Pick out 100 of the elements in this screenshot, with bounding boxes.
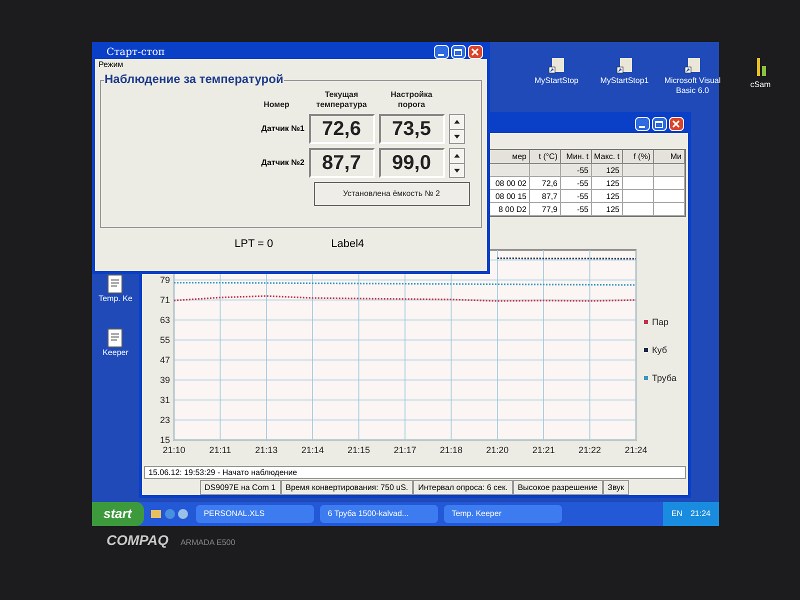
language-indicator[interactable]: EN — [671, 508, 682, 520]
quick-launch-icon[interactable] — [150, 507, 190, 521]
taskbar-task[interactable]: Temp. Keeper — [444, 505, 562, 523]
table-cell: -55 — [560, 177, 592, 190]
column-header: Мин. t — [560, 150, 592, 164]
table-cell: 72,6 — [530, 177, 560, 190]
column-header: Ми — [654, 150, 684, 164]
status-bar-panel: Звук — [602, 480, 630, 495]
y-tick-label: 15 — [159, 435, 170, 445]
start-button[interactable]: start — [92, 502, 144, 526]
table-cell — [654, 164, 684, 177]
folder-shortcut-icon — [684, 56, 702, 74]
table-cell — [622, 164, 654, 177]
minimize-button[interactable] — [434, 45, 448, 59]
table-cell: 08 00 02 — [490, 177, 530, 190]
minimize-icon — [639, 126, 645, 128]
close-icon — [471, 48, 479, 56]
legend-swatch — [644, 348, 648, 352]
column-header: Макс. t — [592, 150, 622, 164]
table-cell: -55 — [560, 190, 592, 203]
desktop-icon-label[interactable]: cSam — [750, 80, 771, 90]
table-cell: 87,7 — [530, 190, 560, 203]
table-cell — [530, 164, 560, 177]
x-tick-label: 21:20 — [486, 445, 508, 455]
current-temperature: 87,7 — [308, 148, 374, 178]
y-tick-label: 71 — [159, 295, 170, 305]
table-cell: 77,9 — [530, 203, 560, 216]
column-header: t (°C) — [530, 150, 560, 164]
column-header: Настройка порога — [390, 90, 434, 110]
legend-label: Труба — [652, 373, 676, 383]
desktop-icon-label[interactable]: MyStartStop — [534, 76, 578, 86]
status-bar-panel: Время конвертирования: 750 uS. — [280, 480, 414, 495]
document-icon — [107, 274, 124, 294]
desktop-icon-label[interactable]: MyStartStop1 — [600, 76, 649, 86]
y-tick-label: 63 — [159, 315, 170, 325]
x-tick-label: 21:14 — [300, 445, 324, 455]
table-cell — [622, 177, 654, 190]
table-cell: -55 — [560, 203, 592, 216]
y-tick-label: 23 — [159, 415, 170, 425]
window-title: Старт-стоп — [106, 46, 165, 60]
group-title: Наблюдение за температурой — [104, 72, 284, 86]
status-bar-panel: DS9097E на Com 1 — [200, 480, 281, 495]
document-icon — [107, 328, 124, 348]
table-cell: 125 — [592, 203, 622, 216]
y-tick-label: 79 — [159, 275, 170, 285]
menu-item[interactable]: Режим — [98, 59, 124, 71]
x-tick-label: 21:11 — [208, 445, 231, 455]
maximize-button[interactable] — [652, 117, 666, 131]
brand-logo: COMPAQ — [106, 531, 168, 550]
spin-control[interactable] — [448, 148, 464, 178]
minimize-button[interactable] — [634, 117, 650, 131]
threshold-field[interactable]: 73,5 — [378, 114, 444, 144]
table-cell: 8 00 D2 — [490, 203, 530, 216]
current-temperature: 72,6 — [308, 114, 374, 144]
legend-swatch — [644, 320, 648, 324]
maximize-icon — [655, 120, 663, 128]
table-cell: 08 00 15 — [490, 190, 530, 203]
status-label: LPT = 0 — [234, 237, 274, 252]
threshold-field[interactable]: 99,0 — [378, 148, 444, 178]
x-tick-label: 21:17 — [393, 445, 416, 455]
sensor-label: Датчик №1 — [260, 123, 304, 135]
x-tick-label: 21:18 — [439, 445, 462, 455]
x-tick-label: 21:21 — [532, 445, 554, 455]
model-label: ARMADA E500 — [180, 537, 236, 549]
status-label: Label4 — [331, 237, 364, 252]
column-header: Текущая температура — [315, 90, 368, 110]
desktop-icon-label[interactable]: Temp. Ke — [98, 294, 132, 304]
taskbar-task[interactable]: PERSONAL.XLS — [196, 505, 314, 523]
x-tick-label: 21:22 — [578, 445, 601, 455]
folder-shortcut-icon — [548, 56, 566, 74]
legend-label: Куб — [652, 345, 666, 355]
column-header: мер — [490, 150, 530, 164]
column-header: Номер — [262, 100, 290, 110]
x-tick-label: 21:15 — [347, 445, 370, 455]
y-tick-label: 31 — [159, 395, 170, 405]
maximize-icon — [454, 48, 462, 56]
x-tick-label: 21:13 — [254, 445, 278, 455]
table-cell: -55 — [560, 164, 592, 177]
table-cell: 125 — [592, 177, 622, 190]
y-tick-label: 55 — [159, 335, 170, 345]
minimize-icon — [438, 54, 444, 56]
y-tick-label: 47 — [159, 355, 170, 365]
maximize-button[interactable] — [450, 45, 466, 59]
capacity-button[interactable]: Установлена ёмкость № 2 — [314, 182, 470, 206]
sensor-label: Датчик №2 — [260, 157, 304, 169]
spin-control[interactable] — [448, 114, 464, 144]
status-bar-panel: Интервал опроса: 6 сек. — [413, 480, 513, 495]
close-button[interactable] — [468, 45, 482, 59]
x-tick-label: 21:10 — [162, 445, 185, 455]
close-button[interactable] — [668, 117, 684, 131]
taskbar-task[interactable]: 6 Труба 1500-kalvad... — [320, 505, 438, 523]
clock: 21:24 — [690, 508, 710, 520]
table-cell — [490, 164, 530, 177]
table-cell — [622, 190, 654, 203]
status-bar-panel: Высокое разрешение — [512, 480, 603, 495]
close-icon — [672, 120, 680, 128]
desktop-icon-label[interactable]: Keeper — [102, 348, 128, 358]
folder-shortcut-icon — [616, 56, 634, 74]
table-cell: 125 — [592, 164, 622, 177]
legend-swatch — [644, 376, 648, 380]
